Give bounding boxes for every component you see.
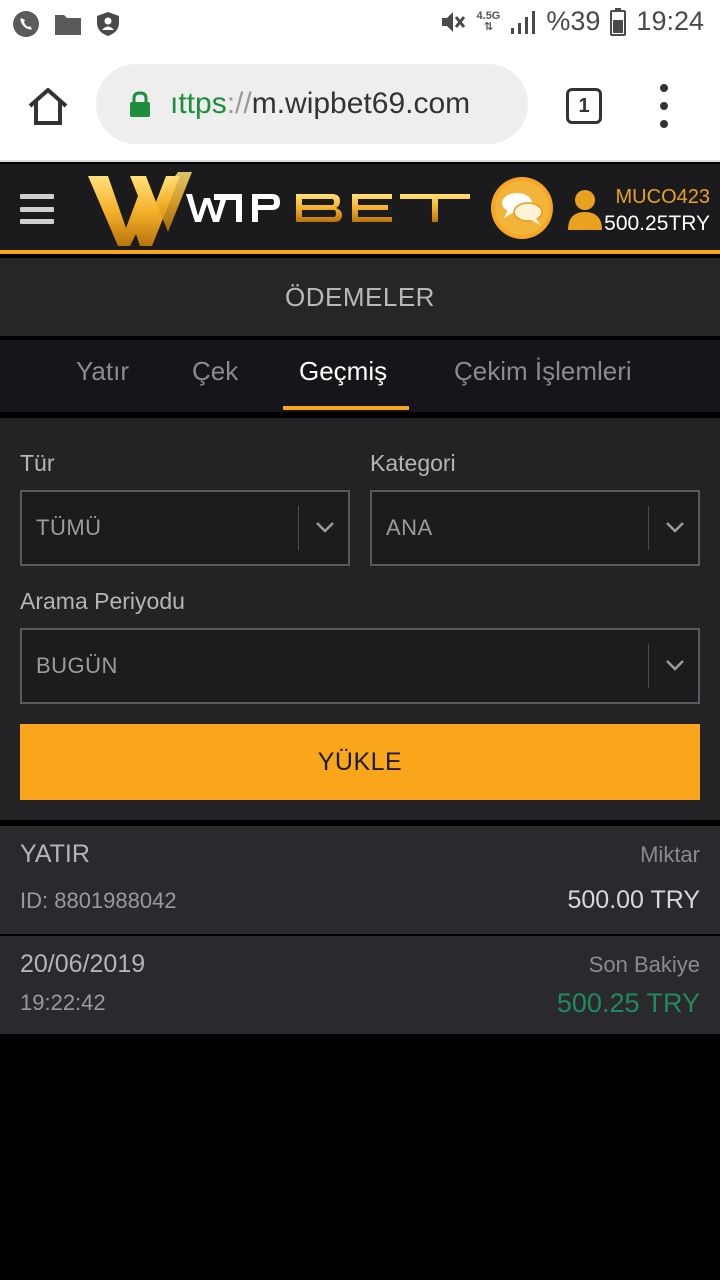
type-label: Tür: [20, 450, 55, 476]
status-bar: 4.5G ⇅ %39 19:24: [0, 0, 720, 48]
chevron-down-icon: [666, 660, 684, 671]
balance-label: Son Bakiye: [588, 952, 700, 977]
chevron-down-icon: [316, 522, 334, 533]
transaction-id: ID: 8801988042: [20, 888, 177, 913]
mute-icon: [441, 11, 465, 32]
tab-cekim-islemleri[interactable]: Çekim İşlemleri: [454, 356, 632, 387]
user-balance: 500.25TRY: [604, 212, 710, 235]
category-select[interactable]: ANA: [370, 490, 700, 566]
tab-switcher-button[interactable]: 1: [566, 88, 602, 124]
user-avatar-icon[interactable]: [566, 188, 604, 232]
payment-tabs: Yatır Çek Geçmiş Çekim İşlemleri: [0, 340, 720, 412]
transaction-amount: 500.00 TRY: [567, 886, 700, 914]
type-select-value: TÜMÜ: [36, 515, 102, 540]
status-right-icons: 4.5G ⇅ %39 19:24: [439, 6, 704, 37]
transaction-type: YATIR: [20, 840, 90, 868]
live-chat-icon[interactable]: [490, 176, 554, 240]
transaction-row[interactable]: YATIR ID: 8801988042 Miktar 500.00 TRY: [0, 826, 720, 934]
tab-cek[interactable]: Çek: [192, 356, 238, 387]
search-period-select[interactable]: BUGÜN: [20, 628, 700, 704]
transaction-date: 20/06/2019: [20, 950, 146, 978]
status-left-icons: [12, 10, 120, 38]
clock: 19:24: [636, 6, 704, 36]
amount-label: Miktar: [640, 842, 700, 867]
transaction-row-detail[interactable]: 20/06/2019 19:22:42 Son Bakiye 500.25 TR…: [0, 936, 720, 1034]
browser-toolbar: ıttps://m.wipbet69.com 1: [0, 48, 720, 162]
browser-menu-icon[interactable]: [656, 84, 672, 128]
transaction-time: 19:22:42: [20, 990, 106, 1015]
tab-gecmis[interactable]: Geçmiş: [299, 356, 387, 387]
load-button[interactable]: YÜKLE: [20, 724, 700, 800]
battery-icon: [610, 7, 627, 36]
signal-icon: [511, 10, 536, 34]
address-bar[interactable]: ıttps://m.wipbet69.com: [96, 64, 528, 144]
page-title: ÖDEMELER: [0, 258, 720, 336]
final-balance: 500.25 TRY: [556, 988, 700, 1018]
battery-percent: %39: [546, 6, 601, 36]
chevron-down-icon: [666, 522, 684, 533]
lock-icon: [130, 91, 150, 117]
hamburger-menu-icon[interactable]: [20, 194, 54, 224]
active-tab-indicator: [283, 406, 409, 410]
history-filters: Tür TÜMÜ Kategori ANA Arama Periyodu BUG…: [0, 418, 720, 820]
shield-icon: [97, 12, 119, 36]
search-period-label: Arama Periyodu: [20, 588, 185, 614]
search-period-value: BUGÜN: [36, 653, 118, 678]
home-icon[interactable]: [26, 86, 70, 126]
site-header: MUCO423 500.25TRY: [0, 164, 720, 254]
category-label: Kategori: [370, 450, 456, 476]
phone-icon: [13, 11, 39, 37]
category-select-value: ANA: [386, 515, 433, 540]
wipbet-logo[interactable]: [86, 168, 478, 250]
username[interactable]: MUCO423: [616, 186, 710, 209]
folder-icon: [55, 15, 81, 35]
url-text: ıttps://m.wipbet69.com: [170, 87, 471, 120]
tab-yatir[interactable]: Yatır: [76, 356, 129, 387]
network-type: 4.5G ⇅: [476, 9, 501, 33]
type-select[interactable]: TÜMÜ: [20, 490, 350, 566]
